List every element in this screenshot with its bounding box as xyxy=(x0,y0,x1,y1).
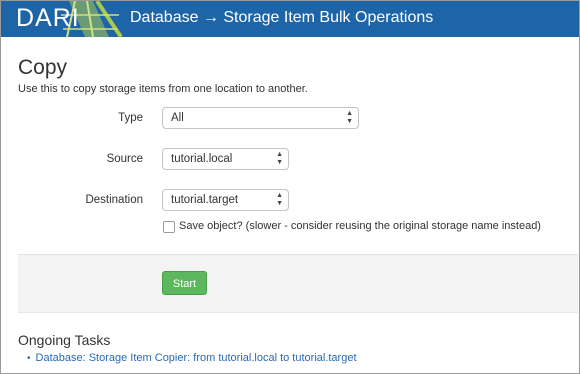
ongoing-tasks-title: Ongoing Tasks xyxy=(18,332,111,348)
type-select-value: All xyxy=(171,112,184,124)
select-arrows-icon: ▲ ▼ xyxy=(346,110,353,125)
page-description: Use this to copy storage items from one … xyxy=(18,83,308,95)
destination-select-value: tutorial.target xyxy=(171,194,239,206)
task-link[interactable]: Database: Storage Item Copier: from tuto… xyxy=(36,352,357,364)
destination-label: Destination xyxy=(85,194,143,206)
start-button[interactable]: Start xyxy=(162,271,207,295)
save-object-label: Save object? (slower - consider reusing … xyxy=(179,220,541,232)
list-item: • Database: Storage Item Copier: from tut… xyxy=(27,352,357,364)
source-select[interactable]: tutorial.local ▲ ▼ xyxy=(162,148,289,170)
destination-select[interactable]: tutorial.target ▲ ▼ xyxy=(162,189,289,211)
type-label: Type xyxy=(118,112,143,124)
select-arrows-icon: ▲ ▼ xyxy=(276,151,283,166)
bullet-icon: • xyxy=(27,353,31,364)
app-window: DARI Database → Storage Item Bulk Operat… xyxy=(0,0,580,374)
task-list: • Database: Storage Item Copier: from tut… xyxy=(27,352,357,364)
source-select-value: tutorial.local xyxy=(171,153,233,165)
header-title: Database → Storage Item Bulk Operations xyxy=(130,9,434,26)
select-arrows-icon: ▲ ▼ xyxy=(276,192,283,207)
type-select[interactable]: All ▲ ▼ xyxy=(162,107,359,129)
source-label: Source xyxy=(106,153,143,165)
header-bar: DARI Database → Storage Item Bulk Operat… xyxy=(1,1,579,37)
dari-logo[interactable]: DARI xyxy=(1,1,123,37)
form-actions: Start xyxy=(18,254,578,313)
save-object-checkbox[interactable] xyxy=(163,221,175,233)
page-title: Copy xyxy=(18,56,68,79)
logo-text: DARI xyxy=(16,4,80,32)
